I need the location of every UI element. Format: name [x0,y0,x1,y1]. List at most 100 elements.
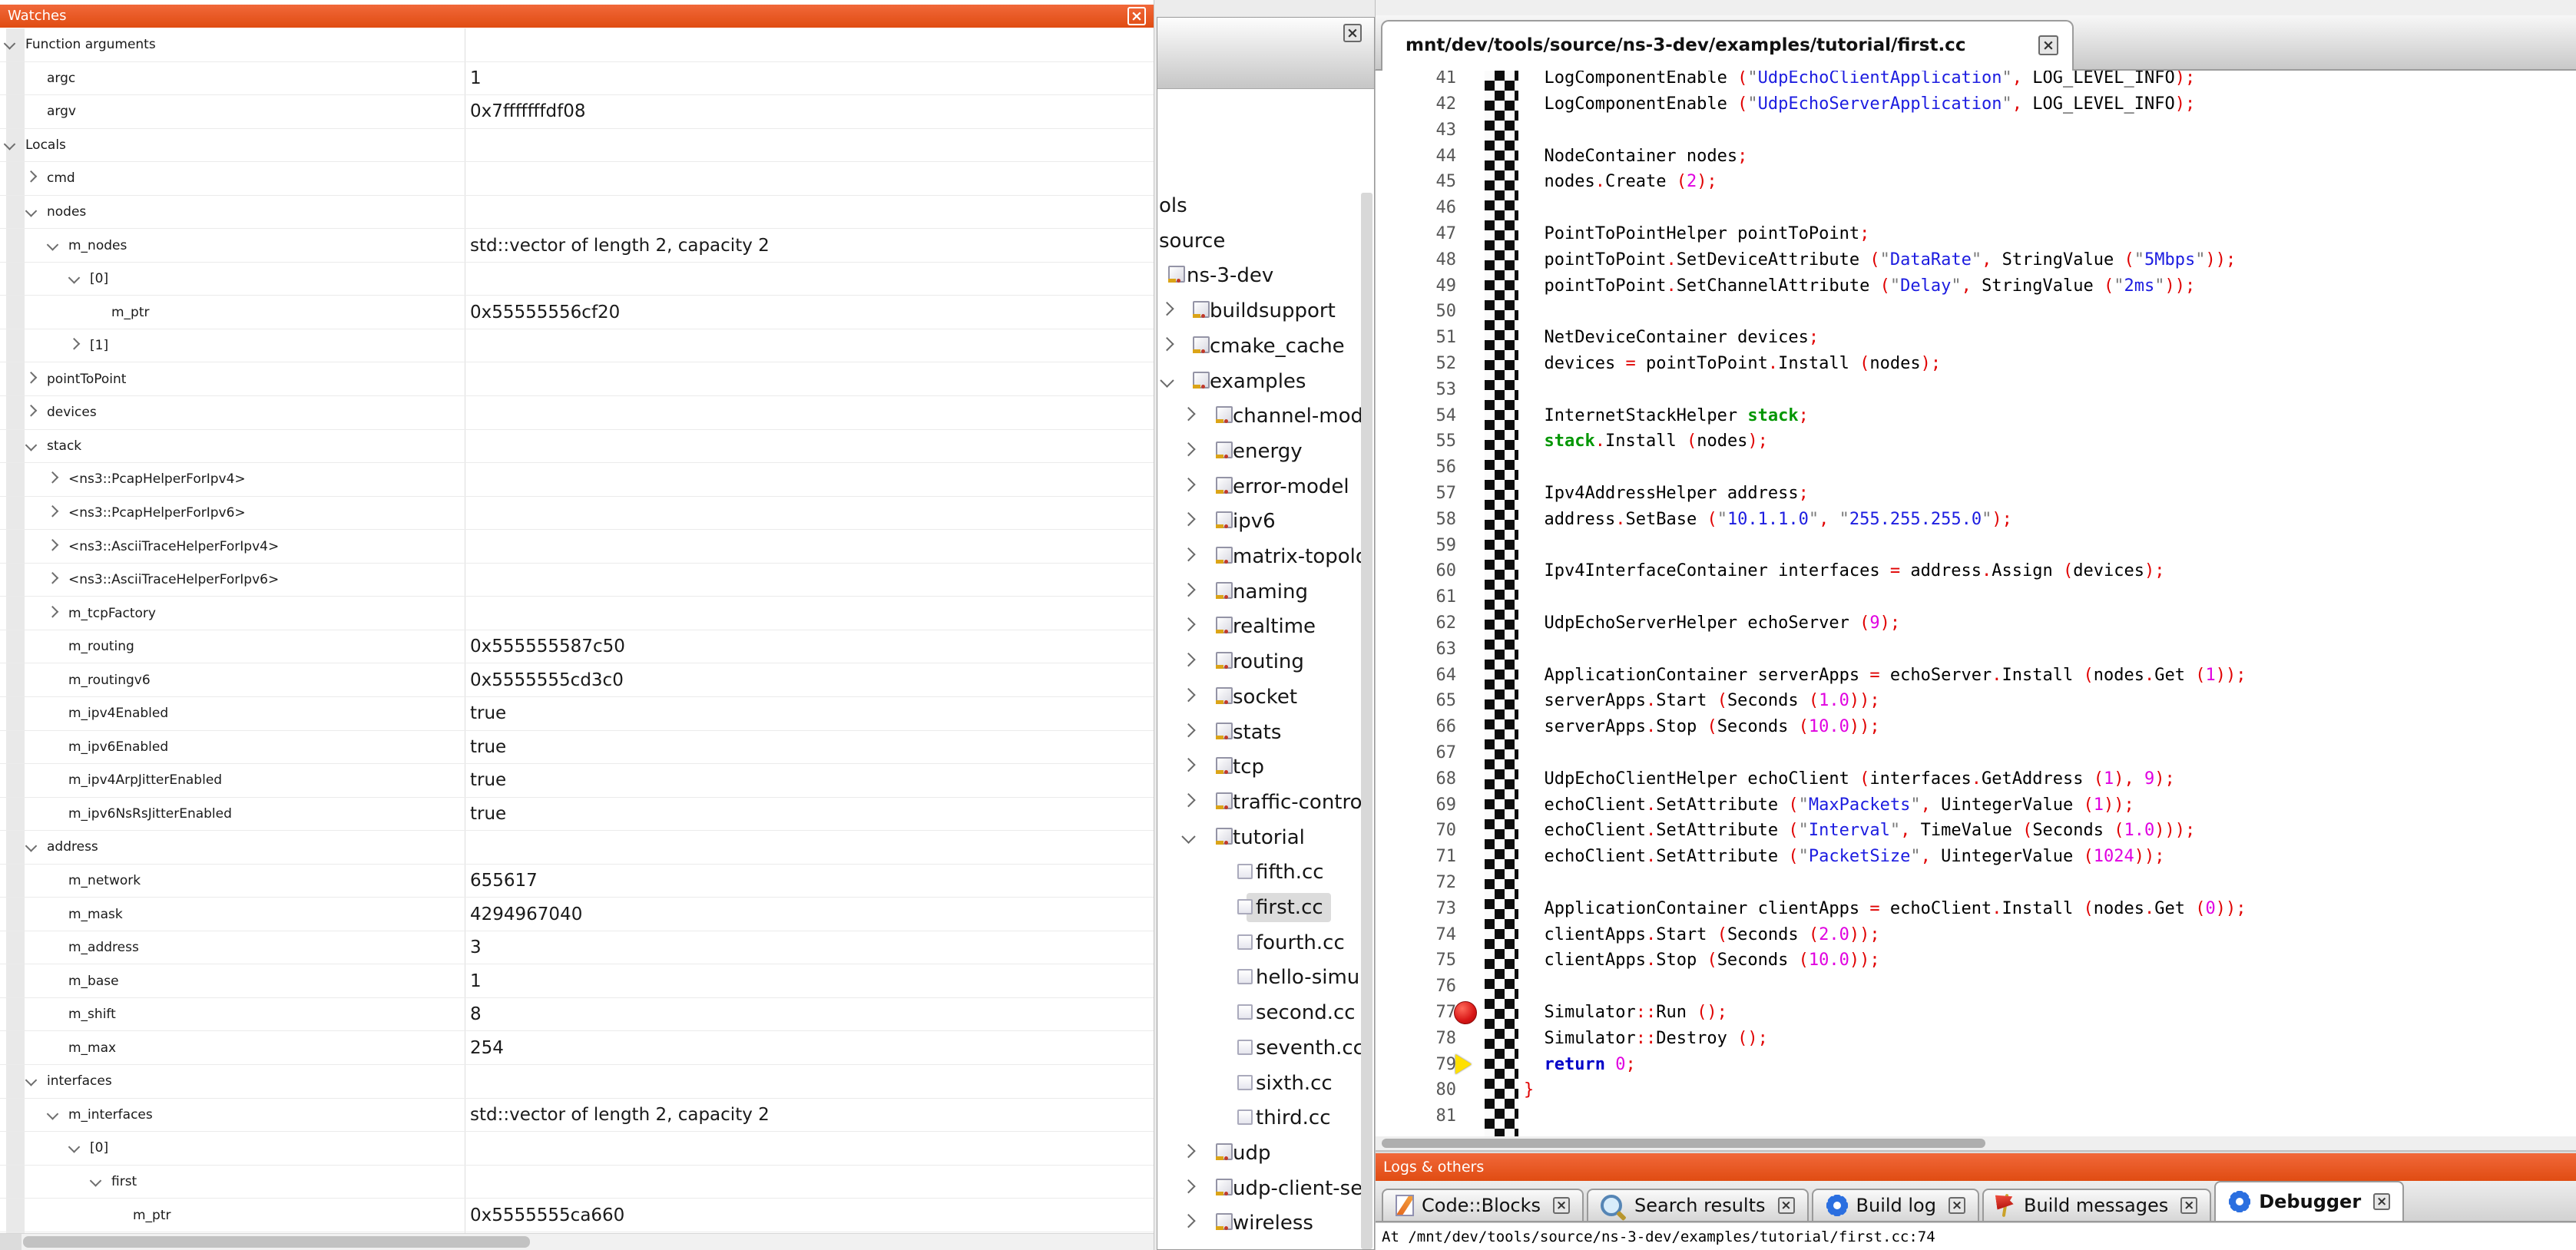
line-number[interactable]: 57 [1391,481,1456,507]
expand-icon[interactable] [1181,1214,1195,1228]
watch-row[interactable]: [1] [0,329,1154,363]
code-line[interactable]: PointToPointHelper pointToPoint; [1524,221,1869,247]
line-number[interactable]: 68 [1391,766,1456,792]
line-number[interactable]: 71 [1391,844,1456,870]
watch-row[interactable]: m_nodesstd::vector of length 2, capacity… [0,229,1154,263]
tree-item-file-fifth-cc[interactable]: fifth.cc [1157,857,1374,888]
line-number[interactable]: 46 [1391,195,1456,221]
watch-row[interactable]: nodes [0,196,1154,230]
line-number[interactable]: 79 [1391,1052,1456,1078]
expand-icon[interactable] [1181,478,1195,491]
watch-row[interactable]: <ns3::PcapHelperForIpv4> [0,463,1154,497]
watches-horizontal-scrollbar[interactable] [0,1233,1154,1250]
close-icon[interactable]: × [1553,1197,1570,1214]
code-line[interactable]: UdpEchoClientHelper echoClient (interfac… [1524,766,2175,792]
watch-row[interactable]: cmd [0,162,1154,196]
tree-item-energy[interactable]: energy [1157,436,1374,467]
tree-item-file-second-cc[interactable]: second.cc [1157,997,1374,1028]
code-line[interactable]: ApplicationContainer clientApps = echoCl… [1524,896,2246,922]
code-line[interactable]: serverApps.Stop (Seconds (10.0)); [1524,714,1880,740]
code-line[interactable]: stack.Install (nodes); [1524,428,1768,455]
watch-row[interactable]: <ns3::PcapHelperForIpv6> [0,497,1154,531]
expand-icon[interactable] [1181,793,1195,807]
line-number[interactable]: 47 [1391,221,1456,247]
tree-item-routing[interactable]: routing [1157,646,1374,677]
code-line[interactable]: UdpEchoServerHelper echoServer (9); [1524,610,1900,637]
code-line[interactable]: clientApps.Stop (Seconds (10.0)); [1524,947,1880,974]
line-number[interactable]: 67 [1391,740,1456,766]
tree-item-tutorial[interactable]: tutorial [1157,822,1374,853]
line-number[interactable]: 75 [1391,947,1456,974]
expand-icon[interactable] [1181,583,1195,597]
code-line[interactable]: nodes.Create (2); [1524,169,1717,195]
close-icon[interactable]: × [2373,1193,2390,1210]
tree-item-realtime[interactable]: realtime [1157,611,1374,642]
expand-icon[interactable] [25,170,38,183]
code-line[interactable]: clientApps.Start (Seconds (2.0)); [1524,922,1880,948]
line-number[interactable]: 77 [1391,1000,1456,1026]
tree-item-examples[interactable]: examples [1157,366,1374,397]
expand-icon[interactable] [1181,1144,1195,1158]
scrollbar-thumb[interactable] [23,1236,530,1248]
code-line[interactable]: Ipv4AddressHelper address; [1524,481,1809,507]
watch-row[interactable]: pointToPoint [0,363,1154,397]
expand-icon[interactable] [1181,442,1195,456]
line-number[interactable]: 52 [1391,351,1456,377]
watch-row[interactable]: <ns3::AsciiTraceHelperForIpv4> [0,530,1154,564]
code-line[interactable]: NodeContainer nodes; [1524,144,1747,170]
tree-item-channel-mod[interactable]: channel-mod [1157,401,1374,432]
watch-row[interactable]: Locals [0,129,1154,163]
line-number[interactable]: 69 [1391,792,1456,818]
collapse-icon[interactable] [1181,829,1195,843]
line-number[interactable]: 50 [1391,299,1456,325]
line-number[interactable]: 62 [1391,610,1456,637]
watch-row[interactable]: m_base1 [0,964,1154,998]
line-number[interactable]: 80 [1391,1077,1456,1103]
code-line[interactable]: LogComponentEnable ("UdpEchoClientApplic… [1524,71,2195,91]
logs-tab-debugger[interactable]: Debugger× [2214,1181,2404,1221]
close-icon[interactable]: × [1778,1197,1795,1214]
logs-tab-search-results[interactable]: Search results× [1587,1189,1808,1221]
tree-item-source[interactable]: source [1157,226,1374,256]
expand-icon[interactable] [1181,617,1195,631]
code-line[interactable]: InternetStackHelper stack; [1524,403,1809,429]
code-line[interactable]: pointToPoint.SetChannelAttribute ("Delay… [1524,273,2195,299]
tree-item-wireless[interactable]: wireless [1157,1208,1374,1238]
tree-item-ipv6[interactable]: ipv6 [1157,506,1374,537]
code-line[interactable]: ApplicationContainer serverApps = echoSe… [1524,663,2246,689]
expand-icon[interactable] [1160,302,1174,316]
line-number[interactable]: 81 [1391,1103,1456,1129]
code-line[interactable]: serverApps.Start (Seconds (1.0)); [1524,688,1880,714]
collapse-icon[interactable] [4,138,16,150]
line-number[interactable]: 70 [1391,818,1456,844]
line-number[interactable]: 44 [1391,144,1456,170]
expand-icon[interactable] [1181,688,1195,702]
tree-item-file-hello-simul[interactable]: hello-simul [1157,962,1374,993]
watch-row[interactable]: m_ipv6Enabledtrue [0,731,1154,765]
watch-row[interactable]: m_mask4294967040 [0,898,1154,931]
breakpoint-icon[interactable] [1454,1001,1477,1024]
collapse-icon[interactable] [4,38,16,50]
tree-item-stats[interactable]: stats [1157,717,1374,748]
watch-row[interactable]: first [0,1166,1154,1199]
code-line[interactable]: echoClient.SetAttribute ("MaxPackets", U… [1524,792,2134,818]
line-number[interactable]: 49 [1391,273,1456,299]
expand-icon[interactable] [1181,512,1195,526]
expand-icon[interactable] [47,606,59,618]
line-number[interactable]: 54 [1391,403,1456,429]
expand-icon[interactable] [47,505,59,518]
tree-item-matrix-topolo[interactable]: matrix-topolo [1157,541,1374,572]
line-number[interactable]: 48 [1391,247,1456,273]
tree-item-file-sixth-cc[interactable]: sixth.cc [1157,1068,1374,1099]
line-number[interactable]: 64 [1391,663,1456,689]
editor-tab-first-cc[interactable]: mnt/dev/tools/source/ns-3-dev/examples/t… [1381,20,2074,71]
expand-icon[interactable] [68,338,81,350]
editor-horizontal-scrollbar[interactable] [1375,1136,2576,1150]
code-line[interactable]: Simulator::Destroy (); [1524,1026,1768,1052]
line-number[interactable]: 45 [1391,169,1456,195]
code-line[interactable]: NetDeviceContainer devices; [1524,325,1819,351]
scrollbar-thumb[interactable] [1382,1139,1985,1148]
watch-row[interactable]: m_shift8 [0,998,1154,1032]
line-number[interactable]: 65 [1391,688,1456,714]
collapse-icon[interactable] [47,1108,59,1120]
